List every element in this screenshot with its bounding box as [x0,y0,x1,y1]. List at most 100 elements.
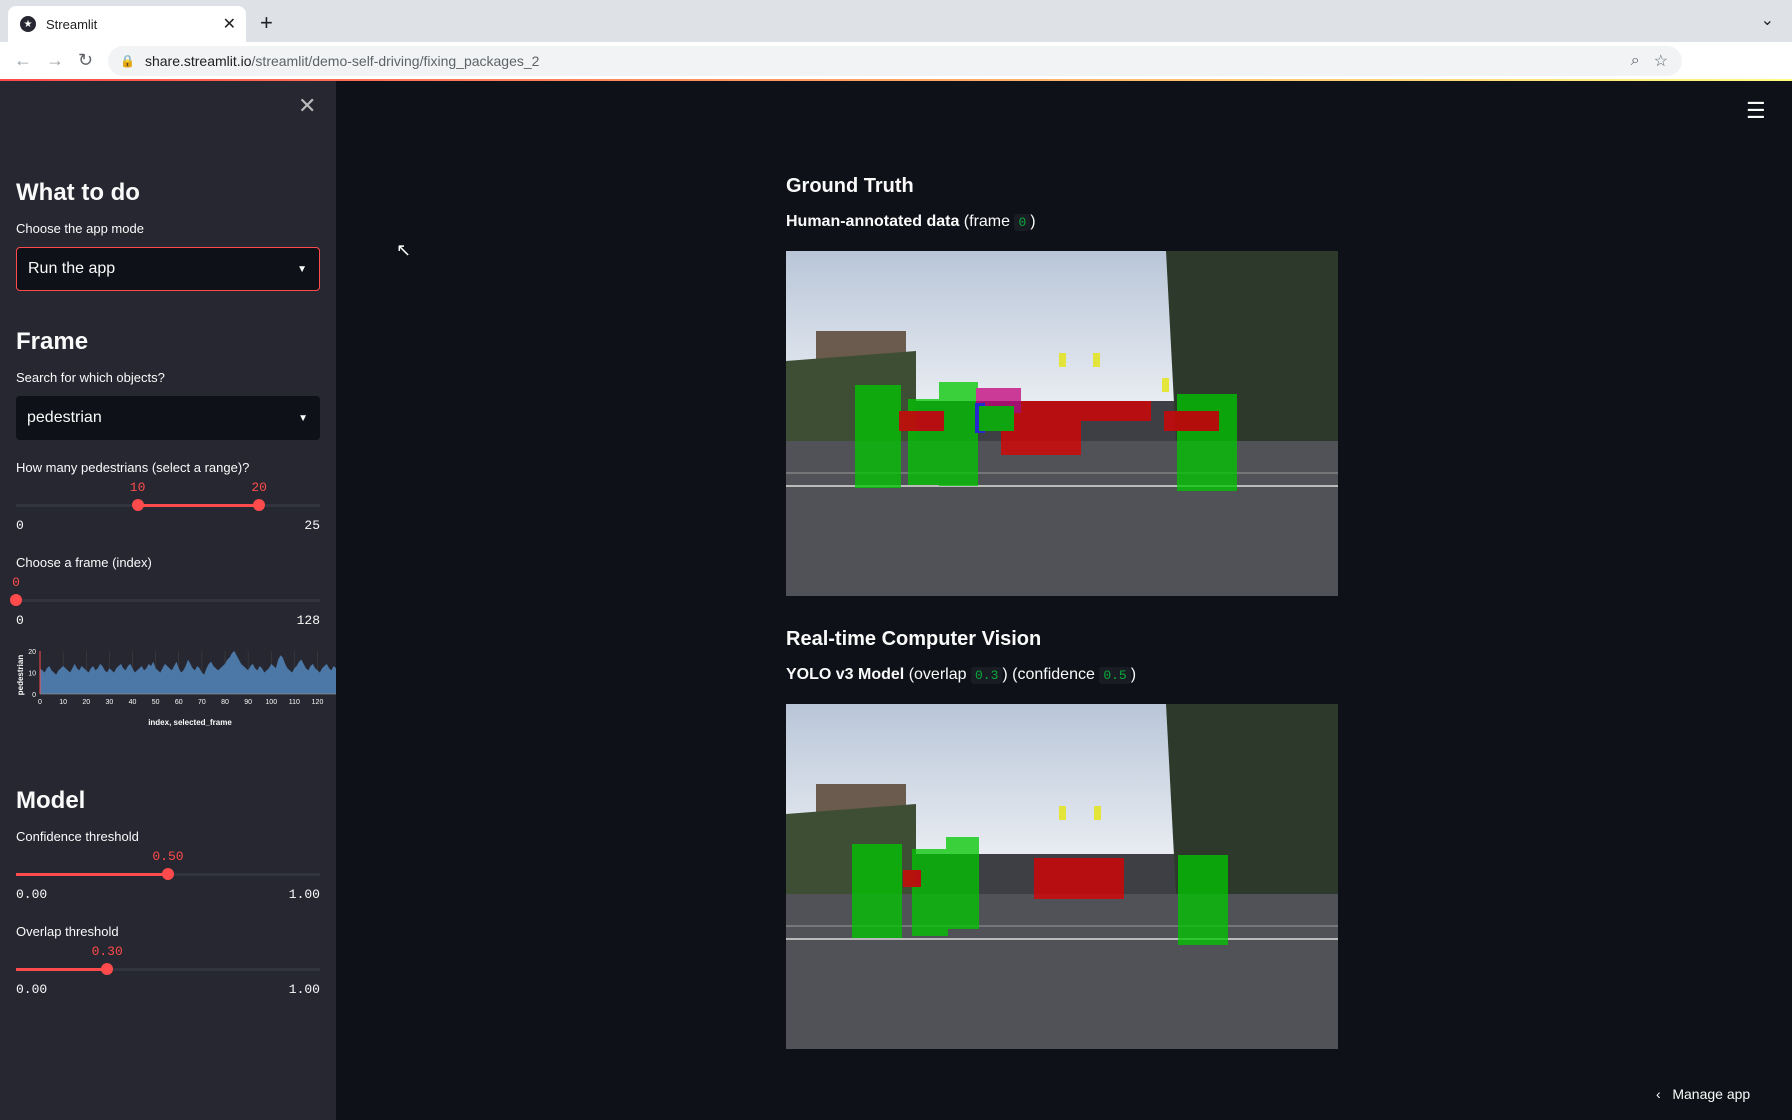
url-path: /streamlit/demo-self-driving/fixing_pack… [251,53,540,69]
chevron-down-icon: ▼ [297,263,307,275]
chart-y-tick-label: 20 [28,649,36,656]
ground-truth-image [786,251,1338,596]
slider-value: 0 [12,575,20,590]
chart-area-series [40,651,336,694]
slider-low-value: 10 [129,480,146,495]
frame-code: 0 [1014,214,1031,231]
confidence-code: 0.5 [1099,667,1131,684]
browser-tabstrip: ★ Streamlit ✕ + ⌄ [0,0,1792,42]
section-frame-heading: Frame [16,328,89,355]
url-text: share.streamlit.io/streamlit/demo-self-d… [145,53,1631,69]
objects-value: pedestrian [27,409,102,426]
caption-text: ) [1030,213,1036,230]
tab-title: Streamlit [46,16,98,32]
app-mode-select[interactable]: Run the app ▼ [16,247,320,291]
streamlit-favicon-icon: ★ [20,16,36,32]
forward-icon[interactable]: → [46,50,64,71]
yolo-detection-image [786,704,1338,1049]
section-what-heading: What to do [16,179,140,206]
chart-x-tick-label: 80 [221,699,229,706]
chart-y-tick-label: 0 [32,692,36,699]
objects-label: Search for which objects? [16,370,165,385]
chevron-down-icon: ▼ [298,412,308,424]
reload-icon[interactable]: ↻ [78,50,93,71]
caption-text: (overlap [908,666,967,683]
chart-y-tick-label: 10 [28,671,36,678]
overlap-label: Overlap threshold [16,924,119,939]
slider-thumb[interactable] [162,868,174,880]
mouse-cursor-icon: ↖ [396,240,412,260]
browser-tab[interactable]: ★ Streamlit ✕ [8,6,246,42]
close-tab-icon[interactable]: ✕ [223,14,236,34]
chart-x-tick-label: 90 [244,699,252,706]
slider-value: 0.50 [152,849,184,864]
slider-min: 0 [16,518,24,533]
mode-label: Choose the app mode [16,221,144,236]
back-icon[interactable]: ← [14,50,32,71]
chart-x-tick-label: 0 [38,699,42,706]
slider-min: 0 [16,613,24,628]
overlap-code: 0.3 [970,667,1003,684]
chart-x-tick-label: 30 [105,699,113,706]
objects-select[interactable]: pedestrian ▼ [16,396,320,440]
sidebar: ✕ What to do Choose the app mode Run the… [0,81,336,1120]
manage-app-button[interactable]: ‹ Manage app [1656,1086,1750,1102]
computer-vision-caption: YOLO v3 Model (overlap 0.3) (confidence … [786,666,1136,684]
slider-thumb-high[interactable] [253,499,266,511]
url-host: share.streamlit.io [144,53,252,69]
chart-xlabel: index, selected_frame [148,718,232,727]
tab-search-chevron-icon[interactable]: ⌄ [1761,10,1774,30]
zoom-icon[interactable]: ⌕ [1631,52,1640,70]
hamburger-menu-icon[interactable]: ☰ [1746,98,1766,124]
chart-ylabel: pedestrian [16,655,25,696]
caption-text: (frame [963,213,1011,230]
caption-bold: YOLO v3 Model [786,666,905,683]
pedestrian-range-slider[interactable]: 10 20 0 25 [16,480,320,540]
slider-max: 25 [304,518,320,533]
frame-histogram-chart: pedestrian index, selected_frame 0 10 20 30… [16,649,336,727]
bookmark-star-icon[interactable]: ☆ [1654,51,1668,71]
chart-x-tick-label: 20 [82,699,90,706]
chart-x-tick-label: 40 [129,699,137,706]
slider-fill [137,504,260,507]
new-tab-icon[interactable]: + [260,10,273,36]
slider-max: 1.00 [288,887,320,902]
overlap-slider[interactable]: 0.30 0.00 1.00 [16,944,320,1004]
slider-fill [16,873,168,876]
lock-icon: 🔒 [120,54,135,68]
slider-min: 0.00 [16,982,48,997]
slider-max: 128 [296,613,320,628]
app-mode-value: Run the app [28,260,116,277]
close-sidebar-icon[interactable]: ✕ [298,93,316,119]
manage-app-label: Manage app [1672,1086,1751,1102]
slider-fill [16,968,108,971]
browser-toolbar: ← → ↻ 🔒 share.streamlit.io/streamlit/dem… [0,42,1792,81]
confidence-label: Confidence threshold [16,829,139,844]
ground-truth-heading: Ground Truth [786,175,914,197]
slider-track [16,599,320,602]
caption-text: ) [1130,666,1137,683]
chart-x-tick-label: 60 [175,699,183,706]
chart-x-tick-label: 100 [265,699,277,706]
section-model-heading: Model [16,787,86,814]
chart-x-tick-label: 10 [59,699,67,706]
caption-text: ) (confidence [1002,666,1095,683]
slider-thumb[interactable] [101,963,114,975]
slider-high-value: 20 [251,480,267,495]
chart-x-tick-label: 110 [289,699,300,706]
slider-thumb-low[interactable] [131,499,144,511]
slider-min: 0.00 [16,887,48,902]
frame-label: Choose a frame (index) [16,555,152,570]
slider-thumb[interactable] [10,594,22,606]
chart-x-tick-label: 50 [152,699,160,706]
computer-vision-heading: Real-time Computer Vision [786,628,1042,650]
ground-truth-caption: Human-annotated data (frame 0) [786,213,1036,231]
confidence-slider[interactable]: 0.50 0.00 1.00 [16,849,320,909]
chart-x-tick-label: 120 [312,699,324,706]
slider-max: 1.00 [288,982,320,997]
frame-slider[interactable]: 0 0 128 [10,575,320,635]
caption-bold: Human-annotated data [786,213,960,230]
address-bar[interactable]: 🔒 share.streamlit.io/streamlit/demo-self… [108,46,1682,76]
range-label: How many pedestrians (select a range)? [16,460,250,475]
chart-x-tick-label: 70 [198,699,206,706]
